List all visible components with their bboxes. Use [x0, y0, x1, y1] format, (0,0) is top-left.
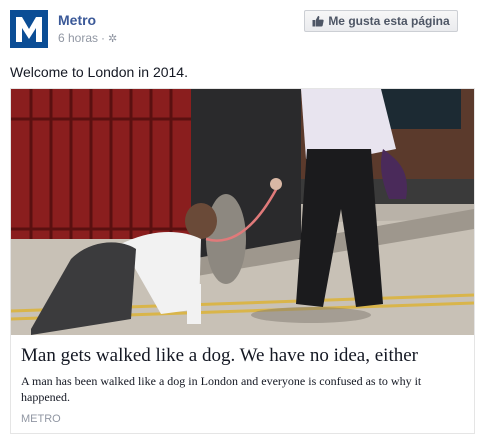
post-timestamp[interactable]: 6 horas	[58, 31, 98, 45]
like-page-button[interactable]: Me gusta esta página	[304, 10, 458, 32]
thumbs-up-icon	[312, 15, 324, 27]
public-globe-icon[interactable]: ✲	[108, 32, 117, 45]
link-description: A man has been walked like a dog in Lond…	[21, 374, 422, 404]
page-avatar[interactable]	[10, 10, 48, 48]
like-page-label: Me gusta esta página	[328, 14, 450, 28]
post-meta: 6 horas · ✲	[58, 31, 117, 45]
facebook-post: Metro 6 horas · ✲ Me gusta esta página Wel…	[0, 0, 485, 440]
page-name-link[interactable]: Metro	[58, 12, 96, 28]
post-message: Welcome to London in 2014.	[10, 64, 188, 80]
street-photo-image	[11, 89, 474, 335]
meta-separator: ·	[101, 31, 106, 45]
attachment-photo[interactable]	[11, 89, 474, 335]
link-source-domain: METRO	[21, 413, 61, 425]
link-title[interactable]: Man gets walked like a dog. We have no i…	[21, 345, 466, 367]
metro-logo-icon	[10, 10, 48, 48]
link-attachment[interactable]: Man gets walked like a dog. We have no i…	[10, 88, 475, 434]
